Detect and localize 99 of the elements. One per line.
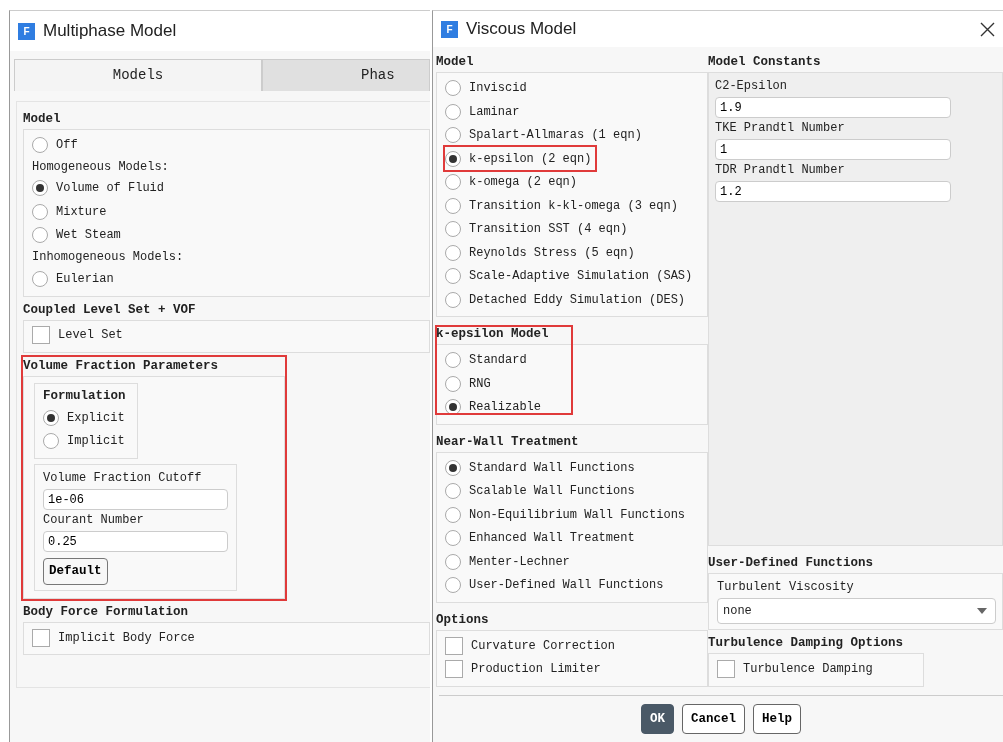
radio-label[interactable]: Reynolds Stress (5 eqn) bbox=[469, 243, 635, 262]
radio-label[interactable]: Standard Wall Functions bbox=[469, 458, 635, 477]
checkbox-label[interactable]: Level Set bbox=[58, 326, 123, 345]
radio-button[interactable] bbox=[445, 483, 461, 499]
section-title: Coupled Level Set + VOF bbox=[23, 301, 196, 319]
checkbox-label[interactable]: Curvature Correction bbox=[471, 636, 616, 655]
radio-label[interactable]: Enhanced Wall Treatment bbox=[469, 529, 635, 547]
radio-label[interactable]: Transition k-kl-omega (3 eqn) bbox=[469, 196, 678, 215]
section-title: Model bbox=[23, 111, 61, 128]
section-title: Turbulence Damping Options bbox=[708, 635, 904, 653]
radio-label[interactable]: Off bbox=[56, 135, 78, 154]
radio-label[interactable]: Menter-Lechner bbox=[469, 552, 570, 571]
close-icon[interactable] bbox=[980, 21, 995, 37]
radio-label[interactable]: Scalable Wall Functions bbox=[469, 482, 635, 500]
radio-label[interactable]: RNG bbox=[469, 374, 491, 393]
field-label: Courant Number bbox=[43, 512, 144, 529]
radio-button[interactable] bbox=[43, 433, 59, 450]
radio-button[interactable] bbox=[445, 506, 461, 523]
caret-icon bbox=[977, 608, 987, 615]
radio-button[interactable] bbox=[445, 127, 461, 143]
section-title: k-epsilon Model bbox=[436, 326, 549, 344]
checkbox[interactable] bbox=[717, 660, 735, 678]
dialog-button[interactable]: Cancel bbox=[682, 703, 745, 735]
input-field[interactable]: 0.25 bbox=[43, 531, 228, 552]
radio-label[interactable]: Mixture bbox=[56, 202, 107, 221]
radio-label[interactable]: Inviscid bbox=[469, 79, 527, 97]
window-title: Viscous Model bbox=[466, 18, 577, 41]
radio-button[interactable] bbox=[445, 291, 461, 308]
dialog-button[interactable]: OK bbox=[640, 703, 674, 735]
radio-label[interactable]: Non-Equilibrium Wall Functions bbox=[469, 505, 686, 524]
field-label: TKE Prandtl Number bbox=[715, 120, 845, 138]
radio-label[interactable]: Eulerian bbox=[56, 269, 114, 288]
tab[interactable]: Models bbox=[14, 59, 262, 91]
radio-label[interactable]: Volume of Fluid bbox=[56, 179, 165, 198]
radio-label[interactable]: k-omega (2 eqn) bbox=[469, 173, 578, 191]
radio-button[interactable] bbox=[32, 136, 48, 153]
radio-label[interactable]: Realizable bbox=[469, 398, 541, 416]
radio-button[interactable] bbox=[445, 80, 461, 96]
dialog-button[interactable]: Help bbox=[753, 703, 801, 735]
checkbox-label[interactable]: Implicit Body Force bbox=[58, 628, 195, 647]
section-title: Near-Wall Treatment bbox=[436, 433, 579, 451]
dropdown[interactable]: none bbox=[717, 598, 996, 625]
radio-label[interactable]: Standard bbox=[469, 351, 527, 369]
radio-button[interactable] bbox=[32, 203, 48, 220]
radio-label[interactable]: Wet Steam bbox=[56, 226, 121, 245]
section-title: Model bbox=[436, 54, 474, 72]
radio-button[interactable] bbox=[32, 227, 48, 244]
field-label: Turbulent Viscosity bbox=[717, 579, 854, 597]
app-logo: F bbox=[18, 22, 35, 40]
section-title: User-Defined Functions bbox=[708, 555, 874, 573]
radio-label[interactable]: Scale-Adaptive Simulation (SAS) bbox=[469, 267, 693, 285]
push-button[interactable]: Default bbox=[43, 558, 108, 585]
radio-label[interactable]: k-epsilon (2 eqn) bbox=[469, 149, 592, 168]
radio-button[interactable] bbox=[445, 530, 461, 546]
checkbox[interactable] bbox=[32, 326, 50, 345]
radio-button[interactable] bbox=[445, 103, 461, 120]
radio-button[interactable] bbox=[32, 270, 48, 287]
checkbox[interactable] bbox=[445, 636, 463, 655]
section-title: Volume Fraction Parameters bbox=[23, 358, 219, 375]
radio-button[interactable] bbox=[445, 174, 461, 190]
input-field[interactable]: 1e-06 bbox=[43, 489, 228, 510]
radio-label[interactable]: Spalart-Allmaras (1 eqn) bbox=[469, 126, 642, 144]
caption-text: Inhomogeneous Models: bbox=[32, 249, 184, 266]
section-title: Options bbox=[436, 611, 489, 629]
radio-button[interactable] bbox=[32, 180, 48, 197]
field-label: C2-Epsilon bbox=[715, 78, 787, 96]
radio-button[interactable] bbox=[445, 577, 461, 593]
radio-button[interactable] bbox=[43, 409, 59, 426]
checkbox[interactable] bbox=[32, 628, 50, 647]
input-field[interactable]: 1.2 bbox=[715, 181, 951, 203]
app-logo: F bbox=[441, 20, 458, 38]
radio-button[interactable] bbox=[445, 150, 461, 167]
input-field[interactable]: 1.9 bbox=[715, 97, 951, 119]
checkbox-label[interactable]: Production Limiter bbox=[471, 660, 601, 678]
input-field[interactable]: 1 bbox=[715, 139, 951, 161]
radio-label[interactable]: User-Defined Wall Functions bbox=[469, 576, 664, 594]
section-title: Model Constants bbox=[708, 54, 821, 72]
radio-button[interactable] bbox=[445, 375, 461, 392]
radio-label[interactable]: Transition SST (4 eqn) bbox=[469, 220, 628, 238]
radio-button[interactable] bbox=[445, 352, 461, 368]
group-title: Formulation bbox=[43, 388, 126, 405]
checkbox-label[interactable]: Turbulence Damping bbox=[743, 660, 873, 678]
field-label: Volume Fraction Cutoff bbox=[43, 470, 202, 487]
radio-button[interactable] bbox=[445, 459, 461, 476]
radio-label[interactable]: Laminar bbox=[469, 102, 520, 121]
field-label: TDR Prandtl Number bbox=[715, 162, 845, 180]
radio-label[interactable]: Implicit bbox=[67, 432, 125, 451]
tab[interactable]: Phas bbox=[262, 59, 430, 91]
radio-button[interactable] bbox=[445, 244, 461, 261]
caption-text: Homogeneous Models: bbox=[32, 158, 169, 176]
radio-label[interactable]: Detached Eddy Simulation (DES) bbox=[469, 290, 686, 309]
radio-label[interactable]: Explicit bbox=[67, 408, 125, 427]
checkbox[interactable] bbox=[445, 660, 463, 678]
radio-button[interactable] bbox=[445, 197, 461, 214]
window-title: Multiphase Model bbox=[43, 20, 177, 43]
radio-button[interactable] bbox=[445, 221, 461, 237]
radio-button[interactable] bbox=[445, 268, 461, 284]
section-title: Body Force Formulation bbox=[23, 603, 189, 621]
radio-button[interactable] bbox=[445, 553, 461, 570]
